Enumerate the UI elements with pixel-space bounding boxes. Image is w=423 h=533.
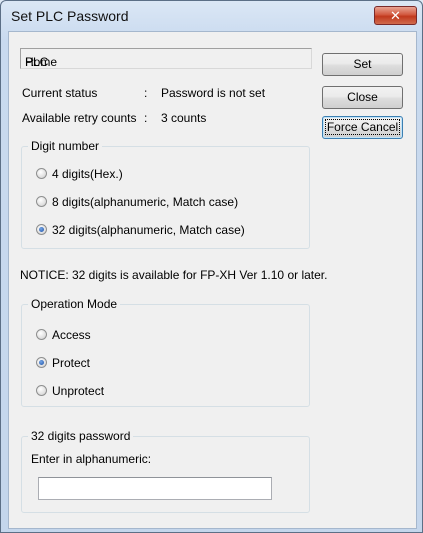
radio-8-digits[interactable] (36, 196, 47, 207)
plc-value: Home (25, 55, 58, 69)
password-input[interactable] (38, 477, 272, 500)
retry-counts-separator: : (144, 111, 148, 125)
close-window-button[interactable]: ✕ (374, 6, 417, 25)
window-title: Set PLC Password (11, 8, 129, 24)
set-button[interactable]: Set (322, 53, 403, 76)
notice-text: NOTICE: 32 digits is available for FP-XH… (20, 268, 328, 282)
password-group-title: 32 digits password (28, 429, 134, 443)
mode-option-protect-label: Protect (52, 356, 91, 370)
retry-counts-value: 3 counts (161, 111, 207, 125)
current-status-separator: : (144, 86, 148, 100)
digit-number-group: Digit number 4 digits(Hex.) 8 digits(alp… (21, 139, 310, 249)
operation-mode-group-title: Operation Mode (28, 297, 121, 311)
radio-32-digits[interactable] (36, 224, 47, 235)
digit-option-4-label: 4 digits(Hex.) (52, 167, 123, 181)
title-bar[interactable]: Set PLC Password ✕ (1, 1, 422, 31)
force-cancel-button[interactable]: Force Cancel (322, 116, 403, 139)
radio-4-digits[interactable] (36, 168, 47, 179)
radio-unprotect[interactable] (36, 385, 47, 396)
retry-counts-label: Available retry counts (22, 111, 137, 125)
current-status-value: Password is not set (161, 86, 266, 100)
plc-field: PLC : Home (20, 48, 312, 69)
mode-option-unprotect-label: Unprotect (52, 384, 105, 398)
operation-mode-group: Operation Mode Access Protect Unprotect (21, 297, 310, 407)
close-icon: ✕ (390, 8, 401, 23)
dialog-body: PLC : Home Current status : Password is … (8, 31, 417, 529)
digit-option-32-label: 32 digits(alphanumeric, Match case) (52, 223, 245, 237)
radio-access[interactable] (36, 329, 47, 340)
current-status-label: Current status (22, 86, 98, 100)
close-button-label: Close (347, 90, 378, 104)
digit-option-8-label: 8 digits(alphanumeric, Match case) (52, 195, 239, 209)
password-prompt: Enter in alphanumeric: (31, 452, 152, 466)
set-button-label: Set (353, 57, 372, 71)
force-cancel-button-label: Force Cancel (324, 119, 401, 135)
mode-option-access-label: Access (52, 328, 91, 342)
close-button[interactable]: Close (322, 86, 403, 109)
password-group: 32 digits password Enter in alphanumeric… (21, 429, 310, 513)
radio-protect[interactable] (36, 357, 47, 368)
set-plc-password-dialog: Set PLC Password ✕ PLC : Home Current st… (0, 0, 423, 533)
digit-number-group-title: Digit number (28, 139, 103, 153)
